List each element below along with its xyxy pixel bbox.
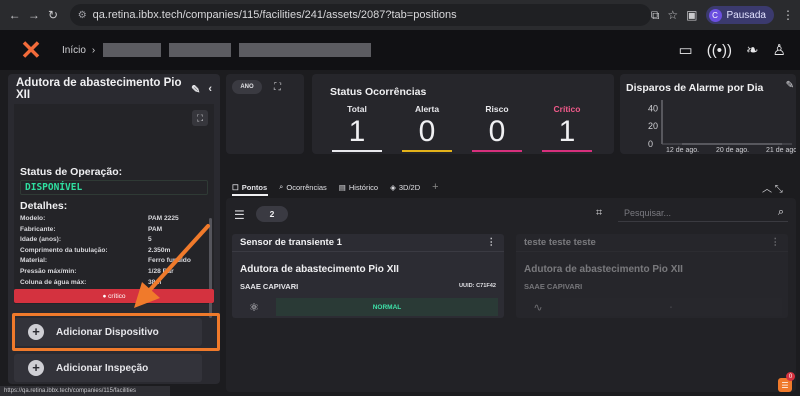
occurrence-status-title: Status Ocorrências	[330, 86, 427, 98]
profile-avatar: C	[708, 8, 722, 22]
asset-name: Adutora de abastecimento Pio XII	[524, 264, 683, 275]
sensor-name: Sensor de transiente 1	[240, 237, 342, 248]
redacted-breadcrumb-1[interactable]	[103, 43, 162, 57]
user-icon[interactable]: ♙	[773, 41, 786, 59]
app-header: ✕ Início › ▭ ((•)) ❧ ♙	[0, 30, 800, 70]
organization-name: SAAE CAPIVARI	[240, 282, 299, 291]
forward-icon[interactable]: →	[25, 6, 42, 24]
add-tab-icon[interactable]: +	[432, 181, 438, 193]
pontos-panel: ☰ 2 ⌗ Pesquisar... ⌕ Sensor de transient…	[226, 198, 796, 392]
link-status-bar: https://qa.retina.ibbx.tech/companies/11…	[0, 386, 170, 396]
search-icon[interactable]: ⌕	[778, 206, 788, 219]
asset-title: Adutora de abastecimento Pio XII	[16, 77, 182, 101]
search-placeholder: Pesquisar...	[624, 207, 672, 218]
operation-status-value: DISPONÍVEL	[20, 180, 208, 195]
leaf-icon[interactable]: ❧	[746, 41, 759, 59]
cube-icon: ◈	[390, 182, 396, 192]
kpi-risco: Risco 0	[470, 104, 524, 152]
browser-toolbar: ← → ↻ ⚙ qa.retina.ibbx.tech/companies/11…	[0, 0, 800, 30]
y-tick-label: 0	[648, 139, 653, 149]
point-card[interactable]: teste teste teste ⋮ Adutora de abastecim…	[516, 234, 788, 318]
point-card[interactable]: Sensor de transiente 1 ⋮ Adutora de abas…	[232, 234, 504, 318]
address-bar[interactable]: ⚙ qa.retina.ibbx.tech/companies/115/faci…	[69, 4, 651, 26]
back-icon[interactable]: ←	[6, 6, 23, 24]
browser-menu-icon[interactable]: ⋮	[782, 8, 794, 22]
status-badge: -	[560, 298, 782, 316]
x-tick-label: 20 de ago.	[716, 147, 749, 154]
card-menu-icon[interactable]: ⋮	[487, 237, 497, 248]
alarm-chart-widget: Disparos de Alarme por Dia ✎ 0 20 40 12 de …	[620, 74, 796, 154]
filter-icon[interactable]: ☰	[234, 208, 245, 222]
collapse-left-icon[interactable]: ‹	[208, 83, 212, 95]
occurrence-status-widget: Status Ocorrências Total 1 Alerta 0 Risc…	[312, 74, 614, 154]
x-tick-label: 12 de ago.	[666, 147, 699, 154]
details-label: Detalhes:	[20, 200, 68, 212]
url-text: qa.retina.ibbx.tech/companies/115/facili…	[92, 9, 457, 21]
redacted-breadcrumb-2[interactable]	[169, 43, 232, 57]
extensions-icon[interactable]: ▣	[686, 8, 697, 22]
sensor-name: teste teste teste	[524, 237, 596, 248]
x-tick-label: 21 de ago	[766, 147, 796, 154]
search-input[interactable]: Pesquisar... ⌕	[618, 204, 788, 222]
profile-button[interactable]: C Pausada	[705, 6, 774, 24]
expand-icon[interactable]: ⛶	[274, 82, 281, 93]
tab-historico[interactable]: ▤ Histórico	[339, 183, 378, 192]
plus-icon: +	[28, 360, 44, 376]
sensor-wave-icon: ∿	[533, 301, 543, 314]
operation-status-label: Status de Operação:	[20, 166, 123, 178]
annotation-arrow-icon	[134, 224, 210, 308]
kpi-total: Total 1	[330, 104, 384, 152]
redacted-breadcrumb-3[interactable]	[239, 43, 372, 57]
sensor-atom-icon: ⚛	[249, 301, 259, 314]
add-inspection-button[interactable]: + Adicionar Inspeção	[14, 354, 202, 382]
kpi-alerta: Alerta 0	[400, 104, 454, 152]
wireless-icon[interactable]: ((•))	[707, 42, 732, 59]
points-count-badge: 2	[256, 206, 288, 222]
calendar-icon: ▤	[338, 182, 346, 192]
y-tick-label: 20	[648, 121, 658, 131]
search-icon: ⌕	[279, 182, 284, 191]
y-tick-label: 40	[648, 103, 658, 113]
breadcrumb: Início ›	[62, 43, 372, 57]
site-info-icon[interactable]: ⚙	[78, 10, 87, 21]
notification-badge: 0	[786, 372, 795, 381]
organization-name: SAAE CAPIVARI	[524, 282, 583, 291]
profile-status: Pausada	[726, 9, 766, 21]
year-pill[interactable]: ANO	[232, 80, 262, 94]
asset-name: Adutora de abastecimento Pio XII	[240, 264, 399, 275]
qr-code-icon[interactable]: ⌗	[596, 207, 602, 220]
tab-3d2d[interactable]: ◈ 3D/2D	[390, 183, 420, 192]
breadcrumb-home[interactable]: Início	[62, 45, 86, 56]
sensor-uuid: UUID: C71F42	[459, 283, 496, 289]
active-tab-indicator	[232, 194, 268, 196]
expand-icon[interactable]: ⛶	[192, 110, 208, 126]
monitor-icon[interactable]: ▭	[679, 41, 693, 59]
card-menu-icon[interactable]: ⋮	[771, 237, 781, 248]
square-icon: ☐	[232, 182, 239, 192]
tab-ocorrencias[interactable]: ⌕ Ocorrências	[279, 182, 327, 192]
bookmark-star-icon[interactable]: ☆	[667, 8, 678, 22]
tab-bar: ☐ Pontos ⌕ Ocorrências ▤ Histórico ◈ 3D/2D +	[232, 180, 439, 194]
kpi-critico: Crítico 1	[540, 104, 594, 152]
year-filter-widget: ANO ⛶	[226, 74, 304, 154]
add-inspection-label: Adicionar Inspeção	[56, 362, 149, 374]
collapse-chevron-icon[interactable]: ︿ ⤡	[762, 180, 783, 195]
edit-icon[interactable]: ✎	[191, 83, 200, 96]
reload-icon[interactable]: ↻	[44, 6, 61, 24]
ibbx-logo[interactable]: ✕	[0, 30, 62, 70]
alarm-chart: 0 20 40 12 de ago. 20 de ago. 21 de ago	[648, 100, 796, 154]
cast-icon[interactable]: ⧉	[651, 8, 660, 23]
status-badge: NORMAL	[276, 298, 498, 316]
tab-pontos[interactable]: ☐ Pontos	[232, 183, 267, 192]
